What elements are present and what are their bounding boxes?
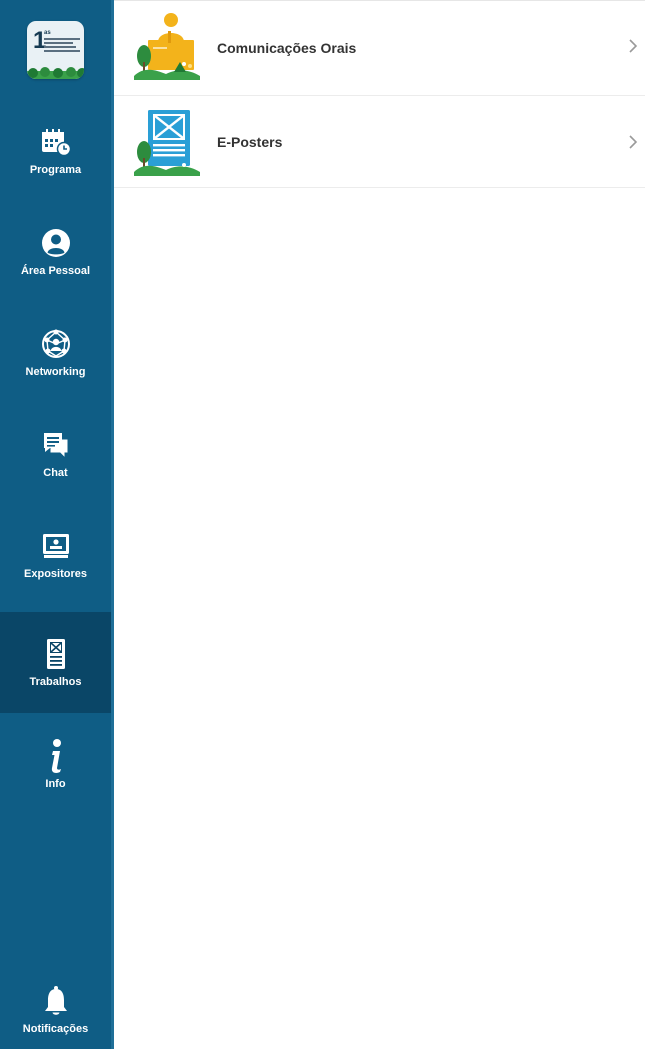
list-item-label: Comunicações Orais [217,39,357,56]
sidebar-item-chat[interactable]: Chat [0,403,111,504]
list-item-comunicacoes-orais[interactable]: Comunicações Orais [114,0,645,96]
sidebar-item-label: Expositores [24,568,87,580]
logo-hills-graphic [27,67,84,79]
sidebar-item-trabalhos[interactable]: Trabalhos [0,612,111,713]
chat-bubbles-icon [39,428,73,462]
sidebar-item-notificacoes[interactable]: Notificações [0,970,111,1049]
app-logo-container[interactable]: 1 as [0,0,111,100]
speaker-podium-illustration [134,13,200,80]
list-item-label: E-Posters [217,133,283,150]
sidebar-item-networking[interactable]: Networking [0,302,111,403]
poster-board-illustration [134,110,200,176]
chevron-right-icon [629,39,638,53]
poster-document-icon [39,637,73,671]
sidebar-item-label: Info [45,778,66,790]
list-item-e-posters[interactable]: E-Posters [114,96,645,188]
app-logo[interactable]: 1 as [27,21,84,79]
main-content: Comunicações Orais E-Posters [114,0,645,188]
sidebar-item-expositores[interactable]: Expositores [0,504,111,605]
sidebar-item-label: Trabalhos [29,676,82,688]
sidebar-item-label: Área Pessoal [20,265,91,277]
sidebar-item-programa[interactable]: Programa [0,100,111,201]
booth-monitor-icon [39,529,73,563]
sidebar-item-info[interactable]: Info [0,714,111,815]
sidebar-item-label: Chat [43,467,68,479]
sidebar-item-area-pessoal[interactable]: Área Pessoal [0,201,111,302]
logo-superscript: as [44,30,51,36]
user-circle-icon [39,226,73,260]
logo-text-lines [44,38,80,54]
sidebar: 1 as Programa Área Pessoal Networking Ch… [0,0,111,1049]
network-globe-icon [39,327,73,361]
sidebar-item-label: Notificações [22,1023,89,1035]
info-icon [39,739,73,773]
chevron-right-icon [629,135,638,149]
bell-icon [39,984,73,1018]
calendar-clock-icon [39,125,73,159]
sidebar-item-label: Programa [29,164,82,176]
sidebar-item-label: Networking [25,366,86,378]
